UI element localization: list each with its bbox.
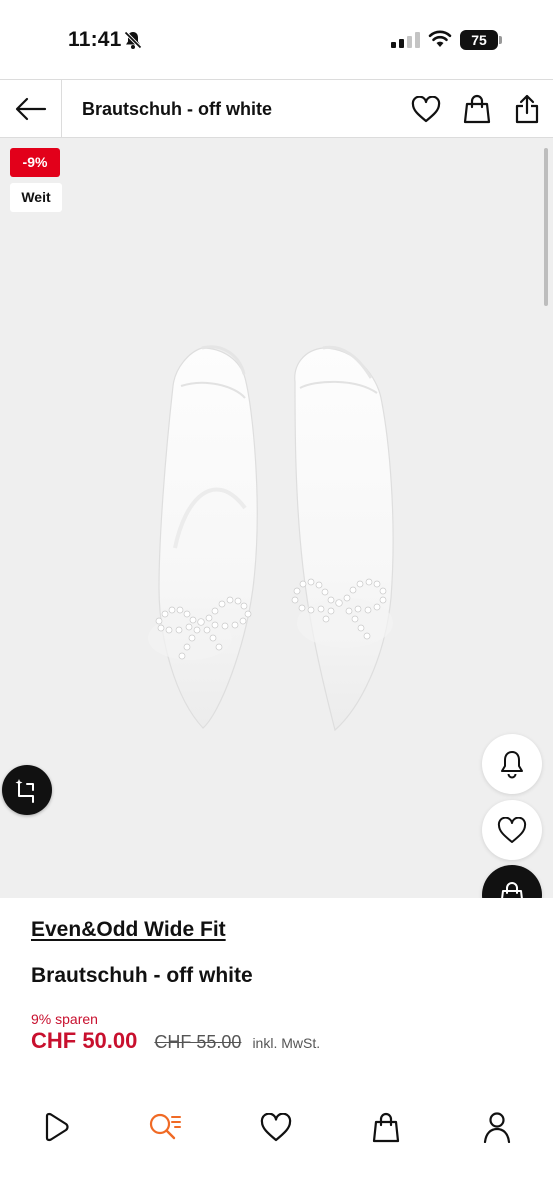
price-row: CHF 50.00 CHF 55.00 inkl. MwSt. [31,1028,320,1054]
page-title: Brautschuh - off white [82,99,272,119]
heart-icon [497,816,527,843]
compare-icon [15,779,34,803]
tab-home[interactable] [39,1110,73,1144]
savings-label: 9% sparen [31,1011,98,1027]
share-button[interactable] [512,94,542,124]
bottom-tab-bar [0,1088,553,1200]
top-navigation-bar: Brautschuh - off white [0,79,553,138]
wishlist-button[interactable] [411,94,441,124]
compare-button[interactable] [2,765,52,815]
fit-badge: Weit [10,183,62,212]
cellular-signal-icon [391,32,420,48]
shopping-bag-icon [501,882,523,898]
bell-off-icon [124,31,142,49]
wishlist-fab-button[interactable] [482,800,542,860]
battery-level: 75 [460,30,498,50]
product-info: Even&Odd Wide Fit Brautschuh - off white… [0,898,553,1088]
back-arrow-icon [15,97,46,120]
shopping-bag-icon [463,94,491,124]
tab-wishlist[interactable] [259,1110,293,1144]
price-alert-button[interactable] [482,734,542,794]
back-button[interactable] [0,80,62,137]
share-icon [515,94,539,124]
add-to-cart-fab-button[interactable] [482,865,542,898]
heart-icon [260,1112,292,1141]
brand-link[interactable]: Even&Odd Wide Fit [31,918,226,942]
current-price: CHF 50.00 [31,1028,138,1053]
wifi-icon [428,30,452,47]
bell-icon [501,751,523,779]
profile-icon [483,1112,511,1143]
battery-icon: 75 [460,30,502,50]
shopping-bag-icon [372,1112,400,1143]
product-image [148,345,394,732]
tab-cart[interactable] [369,1110,403,1144]
tab-search[interactable] [148,1110,182,1144]
tax-note: inkl. MwSt. [252,1035,321,1051]
play-icon [45,1112,69,1142]
search-list-icon [149,1113,181,1140]
original-price: CHF 55.00 [154,1032,242,1052]
gallery-scrollbar[interactable] [544,148,548,306]
status-time: 11:41 [68,28,122,51]
product-image-gallery[interactable]: -9% Weit [0,138,553,898]
tab-profile[interactable] [480,1110,514,1144]
product-name: Brautschuh - off white [31,964,253,987]
heart-icon [411,95,441,122]
status-bar: 11:41 75 [0,0,553,80]
cart-button[interactable] [462,94,492,124]
discount-badge: -9% [10,148,60,177]
